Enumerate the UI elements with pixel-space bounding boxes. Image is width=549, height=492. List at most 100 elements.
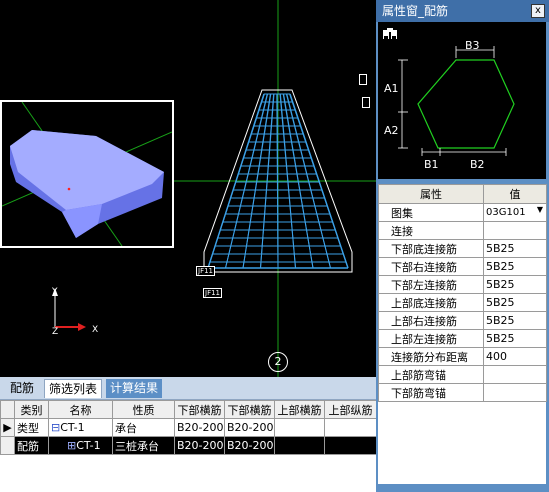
preview-origin-point — [67, 187, 71, 191]
col-bottom-h1[interactable]: 下部横筋 — [174, 400, 225, 419]
dim-b1-label: B1 — [424, 158, 439, 171]
tab-filter-list[interactable]: 筛选列表 — [44, 379, 103, 398]
section-diagram: B3 A1 A2 B1 B2 — [378, 22, 546, 179]
bottom-tabs: 配筋 筛选列表 计算结果 — [0, 377, 376, 400]
3d-preview-canvas — [2, 102, 172, 246]
property-row[interactable]: 上部右连接筋 5B25 — [378, 311, 547, 330]
table-row[interactable]: ▶ 类型 ⊟CT-1 承台 B20-200 B20-200 — [0, 418, 377, 437]
col-value[interactable]: 值 — [483, 184, 547, 204]
property-row[interactable]: 图集 03G101 ▼ — [378, 203, 547, 222]
cell-nature[interactable]: 三桩承台 — [112, 436, 175, 455]
property-value[interactable]: 400 — [483, 347, 547, 366]
property-label: 下部筋弯锚 — [378, 383, 484, 402]
hexagon-outline — [417, 59, 515, 149]
property-label: 下部底连接筋 — [378, 239, 484, 258]
property-window-titlebar[interactable]: 属性窗_配筋 x — [376, 0, 549, 22]
property-label: 连接筋分布距离 — [378, 347, 484, 366]
pile-tag-2[interactable]: JF11 — [203, 288, 222, 298]
cell-name[interactable]: ⊞CT-1 — [48, 436, 113, 455]
cell-bottom-h2[interactable]: B20-200 — [224, 418, 275, 437]
property-label: 上部筋弯锚 — [378, 365, 484, 384]
property-value[interactable]: 5B25 — [483, 239, 547, 258]
dropdown-arrow-icon[interactable]: ▼ — [537, 205, 543, 214]
window-title: 属性窗_配筋 — [382, 4, 449, 18]
property-value: 03G101 — [486, 207, 526, 218]
property-value[interactable]: 5B25 — [483, 257, 547, 276]
property-label: 上部左连接筋 — [378, 329, 484, 348]
col-top-v[interactable]: 上部纵筋 — [324, 400, 377, 419]
property-row[interactable]: 上部筋弯锚 — [378, 365, 547, 384]
property-table: 属性 值 图集 03G101 ▼ 连接 下部底连接筋 5B25 下部右连接筋 5B… — [378, 184, 547, 402]
col-name[interactable]: 名称 — [48, 400, 113, 419]
close-button[interactable]: x — [531, 4, 545, 18]
property-row[interactable]: 下部左连接筋 5B25 — [378, 275, 547, 294]
axis-z-label: Z — [52, 327, 58, 337]
pile-tag-1[interactable]: JF11 — [196, 266, 215, 276]
property-label: 上部右连接筋 — [378, 311, 484, 330]
property-label: 上部底连接筋 — [378, 293, 484, 312]
col-nature[interactable]: 性质 — [112, 400, 175, 419]
cell-nature[interactable]: 承台 — [112, 418, 175, 437]
cell-top-v[interactable] — [324, 418, 377, 437]
property-row[interactable]: 下部底连接筋 5B25 — [378, 239, 547, 258]
property-value[interactable]: 5B25 — [483, 311, 547, 330]
cell-top-h[interactable] — [274, 436, 325, 455]
dim-b3-label: B3 — [465, 39, 480, 52]
row-pointer — [0, 436, 15, 455]
row-pointer: ▶ — [0, 418, 15, 437]
property-label: 图集 — [378, 203, 484, 222]
axis-x-label: X — [92, 325, 98, 335]
property-label: 下部左连接筋 — [378, 275, 484, 294]
bottom-panel: 配筋 筛选列表 计算结果 类别 名称 性质 下部横筋 下部横筋 上部横筋 上部纵… — [0, 377, 377, 492]
cell-category[interactable]: 类型 — [14, 418, 49, 437]
property-value[interactable]: 5B25 — [483, 329, 547, 348]
tab-rebar[interactable]: 配筋 — [6, 379, 38, 398]
col-attribute[interactable]: 属性 — [378, 184, 484, 204]
cell-bottom-h2[interactable]: B20-200 — [224, 436, 275, 455]
dim-a2-label: A2 — [384, 124, 399, 137]
tab-calc-result[interactable]: 计算结果 — [106, 379, 163, 398]
name-text: CT-1 — [76, 439, 101, 452]
dim-b2-label: B2 — [470, 158, 485, 171]
col-top-h[interactable]: 上部横筋 — [274, 400, 325, 419]
cell-top-h[interactable] — [274, 418, 325, 437]
property-row[interactable]: 连接筋分布距离 400 — [378, 347, 547, 366]
property-window: 属性窗_配筋 x B3 A1 A2 B1 B2 属性 值 图集 03G101 ▼… — [376, 0, 549, 492]
property-value[interactable]: 5B25 — [483, 275, 547, 294]
expand-icon[interactable]: ⊞ — [67, 439, 76, 452]
cad-viewport[interactable]: Y Z X JF11 JF11 2 — [0, 0, 376, 377]
col-bottom-h2[interactable]: 下部横筋 — [224, 400, 275, 419]
side-marker-2 — [362, 97, 370, 108]
property-row[interactable]: 下部筋弯锚 — [378, 383, 547, 402]
property-value[interactable] — [483, 383, 547, 402]
property-row[interactable]: 上部底连接筋 5B25 — [378, 293, 547, 312]
property-label: 连接 — [378, 221, 484, 240]
3d-preview-window[interactable] — [0, 100, 174, 248]
property-row[interactable]: 下部右连接筋 5B25 — [378, 257, 547, 276]
cell-bottom-h1[interactable]: B20-200 — [174, 418, 225, 437]
property-row[interactable]: 连接 — [378, 221, 547, 240]
property-row[interactable]: 上部左连接筋 5B25 — [378, 329, 547, 348]
rebar-table: 类别 名称 性质 下部横筋 下部横筋 上部横筋 上部纵筋 ▶ 类型 ⊟CT-1 … — [0, 400, 377, 455]
dim-a1-label: A1 — [384, 82, 399, 95]
property-value[interactable]: 5B25 — [483, 293, 547, 312]
cell-category[interactable]: 配筋 — [14, 436, 49, 455]
binoculars-icon — [383, 28, 397, 39]
collapse-icon[interactable]: ⊟ — [51, 421, 60, 434]
cell-name[interactable]: ⊟CT-1 — [48, 418, 113, 437]
side-marker-1 — [359, 74, 367, 85]
property-value-select[interactable]: 03G101 ▼ — [483, 203, 547, 222]
property-grid: 属性 值 图集 03G101 ▼ 连接 下部底连接筋 5B25 下部右连接筋 5B… — [378, 184, 547, 484]
table-header-row: 类别 名称 性质 下部横筋 下部横筋 上部横筋 上部纵筋 — [0, 400, 377, 419]
table-row[interactable]: 配筋 ⊞CT-1 三桩承台 B20-200 B20-200 — [0, 436, 377, 455]
hexagon-section-svg: B3 A1 A2 B1 B2 — [383, 28, 515, 171]
name-text: CT-1 — [60, 421, 85, 434]
property-value[interactable] — [483, 221, 547, 240]
cell-bottom-h1[interactable]: B20-200 — [174, 436, 225, 455]
cell-top-v[interactable] — [324, 436, 377, 455]
col-category[interactable]: 类别 — [14, 400, 49, 419]
property-header-row: 属性 值 — [378, 184, 547, 204]
property-label: 下部右连接筋 — [378, 257, 484, 276]
axis-number-marker: 2 — [268, 352, 288, 372]
property-value[interactable] — [483, 365, 547, 384]
